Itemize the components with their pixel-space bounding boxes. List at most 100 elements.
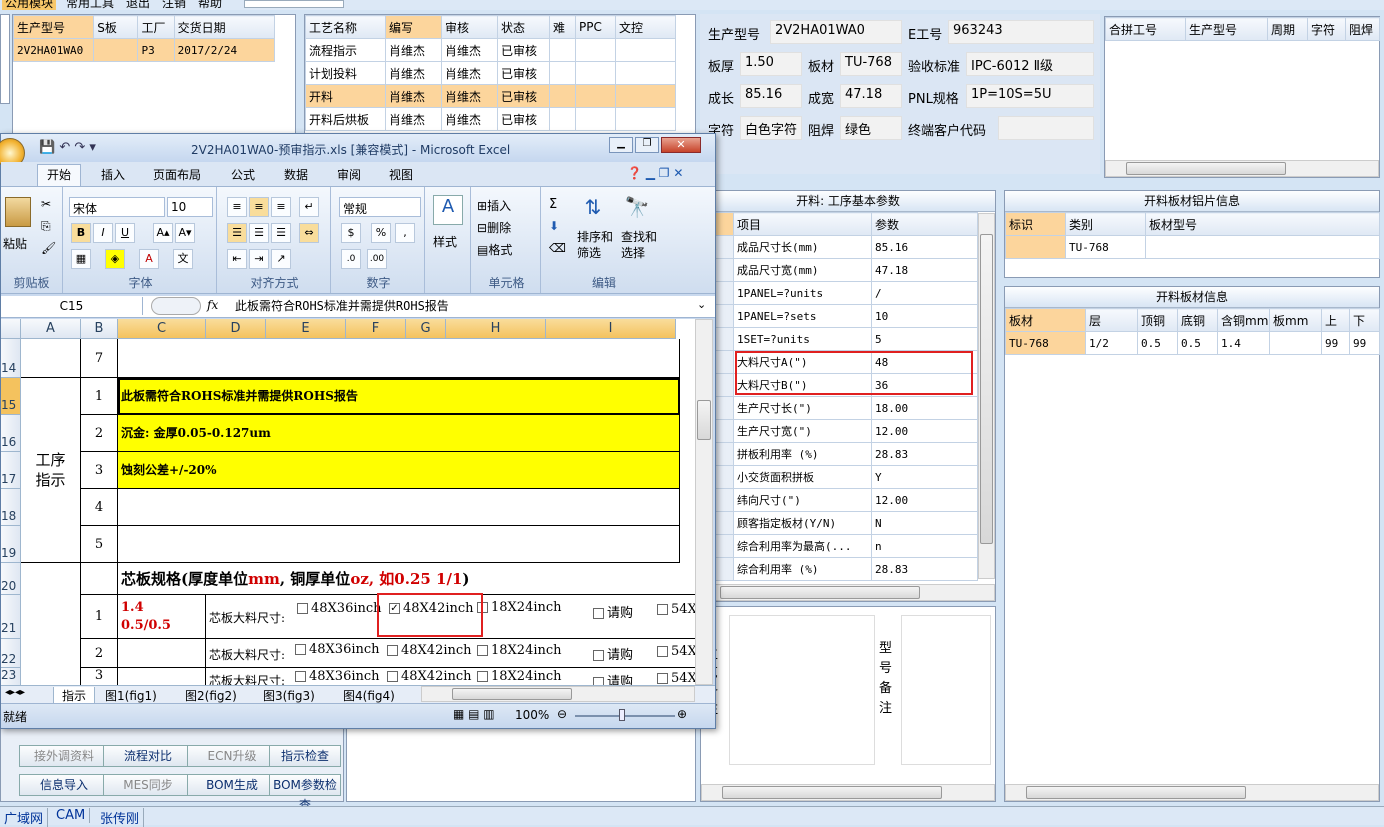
tab-view[interactable]: 视图 [389, 166, 413, 183]
core-spec-value[interactable] [118, 668, 206, 685]
material-field[interactable]: TU-768 [840, 52, 902, 76]
cell-a14[interactable] [21, 339, 81, 378]
instruction-text[interactable] [118, 526, 680, 563]
params-col-value[interactable]: 参数 [871, 212, 978, 236]
process-row[interactable]: 开料后烘板 肖维杰 肖维杰 已审核 [305, 107, 676, 131]
params-hscroll[interactable] [701, 584, 995, 601]
menu-item-logout[interactable]: 注销 [162, 0, 186, 10]
tab-home[interactable]: 开始 [47, 166, 71, 183]
sheet-vscroll[interactable] [695, 319, 713, 685]
cut-icon[interactable]: ✂ [41, 197, 51, 211]
zoom-level[interactable]: 100% [515, 708, 549, 722]
option-18x24[interactable]: 18X24inch [477, 669, 562, 684]
flow-compare-button[interactable]: 流程对比 [103, 745, 193, 767]
help-icon[interactable]: ❓ ▁ ❐ ✕ [627, 166, 683, 180]
checkbox-icon[interactable] [297, 603, 308, 614]
orientation-icon[interactable]: ↗ [271, 249, 291, 269]
instruction-text[interactable]: 蚀刻公差+/-20% [118, 452, 680, 489]
board-col-down[interactable]: 下 [1349, 308, 1380, 332]
align-middle-icon[interactable]: ≡ [249, 197, 269, 217]
params-vscroll[interactable] [978, 213, 995, 579]
wrap-text-icon[interactable]: ↵ [299, 197, 319, 217]
e-no-field[interactable]: 963243 [948, 20, 1094, 44]
order-col-model[interactable]: 生产型号 [12, 15, 95, 39]
row-header[interactable]: 18 [1, 489, 21, 526]
param-row[interactable]: 6顾客指定板材(Y/N)N [701, 511, 978, 535]
row-header[interactable]: 19 [1, 526, 21, 563]
sheet-col-model[interactable]: 板材型号 [1145, 212, 1380, 236]
option-54x[interactable]: 54X [657, 644, 697, 659]
process-col-ppc[interactable]: PPC [575, 15, 616, 39]
zoom-out-icon[interactable]: ⊖ [557, 707, 567, 721]
name-box[interactable]: C15 [1, 297, 143, 315]
checkbox-icon[interactable] [593, 650, 604, 661]
cell-a20[interactable] [21, 563, 81, 685]
param-row[interactable]: 4小交货面积拼板Y [701, 465, 978, 489]
sheet-tab[interactable]: 图1(fig1) [105, 687, 157, 704]
fill-color-icon[interactable]: ◈ [105, 249, 125, 269]
param-row[interactable]: 成品尺寸宽(mm) 47.18 [701, 258, 978, 282]
excel-titlebar[interactable]: 💾 ↶ ↷ ▾ 2V2HA01WA0-预审指示.xls [兼容模式] - Mic… [0, 134, 715, 168]
align-top-icon[interactable]: ≡ [227, 197, 247, 217]
align-center-icon[interactable]: ☰ [249, 223, 269, 243]
quick-access-icons[interactable]: 💾 ↶ ↷ ▾ [39, 140, 96, 155]
view-mode-icons[interactable]: ▦ ▤ ▥ [453, 707, 495, 721]
checkbox-icon[interactable] [477, 645, 488, 656]
width-field[interactable]: 47.18 [840, 84, 902, 108]
fetch-external-button[interactable]: 接外调资料 [19, 745, 109, 767]
option-54x[interactable]: 54X [657, 671, 697, 685]
font-color-icon[interactable]: A [139, 249, 159, 269]
sheet-col-type[interactable]: 类别 [1065, 212, 1146, 236]
increase-indent-icon[interactable]: ⇥ [249, 249, 269, 269]
instruction-no[interactable]: 1 [81, 378, 118, 415]
option-48x36[interactable]: 48X36inch [295, 669, 380, 684]
instruction-text-selected[interactable]: 此板需符合ROHS标准并需提供ROHS报告 [118, 378, 680, 415]
col-header[interactable]: I [546, 319, 676, 339]
process-notes-field[interactable] [729, 615, 875, 765]
number-format-select[interactable]: 常规 [339, 197, 421, 217]
bom-generate-button[interactable]: BOM生成 [187, 774, 277, 796]
formula-cancel-area[interactable] [151, 297, 201, 315]
process-row[interactable]: 流程指示 肖维杰 肖维杰 已审核 [305, 38, 676, 62]
align-right-icon[interactable]: ☰ [271, 223, 291, 243]
param-row[interactable]: 4生产尺寸宽(")12.00 [701, 419, 978, 443]
currency-icon[interactable]: $ [341, 223, 361, 243]
process-row[interactable]: 计划投料 肖维杰 肖维杰 已审核 [305, 61, 676, 85]
autosum-icon[interactable]: Σ [549, 197, 557, 212]
merge-col-mask[interactable]: 阻焊 [1345, 17, 1380, 41]
param-row[interactable]: 0综合利用率 (%)28.83 [701, 557, 978, 581]
bom-param-check-button[interactable]: BOM参数检查 [269, 774, 341, 812]
process-col-name[interactable]: 工艺名称 [305, 15, 386, 39]
core-spec-title[interactable]: 芯板规格(厚度单位mm, 铜厚单位oz, 如0.25 1/1) [118, 563, 697, 595]
option-18x24[interactable]: 18X24inch [477, 643, 562, 658]
styles-icon[interactable]: A [433, 195, 463, 225]
minimize-icon[interactable]: ▁ [609, 137, 633, 153]
insert-cells-button[interactable]: ⊞插入 [477, 197, 511, 214]
board-col-cu[interactable]: 含铜mm [1217, 308, 1270, 332]
option-54x[interactable]: 54X [657, 602, 697, 617]
percent-icon[interactable]: % [371, 223, 391, 243]
row-header[interactable]: 14 [1, 339, 21, 378]
sort-filter-label[interactable]: 排序和 筛选 [577, 229, 613, 261]
section-label-cell[interactable]: 工序 指示 [21, 378, 81, 563]
board-col-layer[interactable]: 层 [1085, 308, 1138, 332]
param-row[interactable]: 5纬向尺寸(")12.00 [701, 488, 978, 512]
param-row[interactable]: 7综合利用率为最高(...n [701, 534, 978, 558]
sheet-tab[interactable]: 图4(fig4) [343, 687, 395, 704]
order-col-factory[interactable]: 工厂 [137, 15, 175, 39]
checkbox-icon[interactable] [593, 608, 604, 619]
merge-col-model[interactable]: 生产型号 [1185, 17, 1268, 41]
col-header-selected[interactable]: C [118, 319, 206, 339]
font-name-select[interactable]: 宋体 [69, 197, 165, 217]
select-all-corner[interactable] [1, 319, 21, 339]
board-col-board[interactable]: 板mm [1269, 308, 1322, 332]
order-col-s[interactable]: S板 [93, 15, 139, 39]
sort-filter-icon[interactable]: ⇅ [579, 195, 607, 223]
checkbox-icon[interactable] [387, 671, 398, 682]
params-col-item[interactable]: 项目 [733, 212, 872, 236]
format-painter-icon[interactable]: 🖌 [41, 241, 56, 255]
instruction-no[interactable]: 7 [81, 339, 118, 378]
instruction-text[interactable]: 沉金: 金厚0.05-0.127um [118, 415, 680, 452]
checkbox-icon[interactable] [387, 645, 398, 656]
checkbox-icon[interactable] [657, 673, 668, 684]
